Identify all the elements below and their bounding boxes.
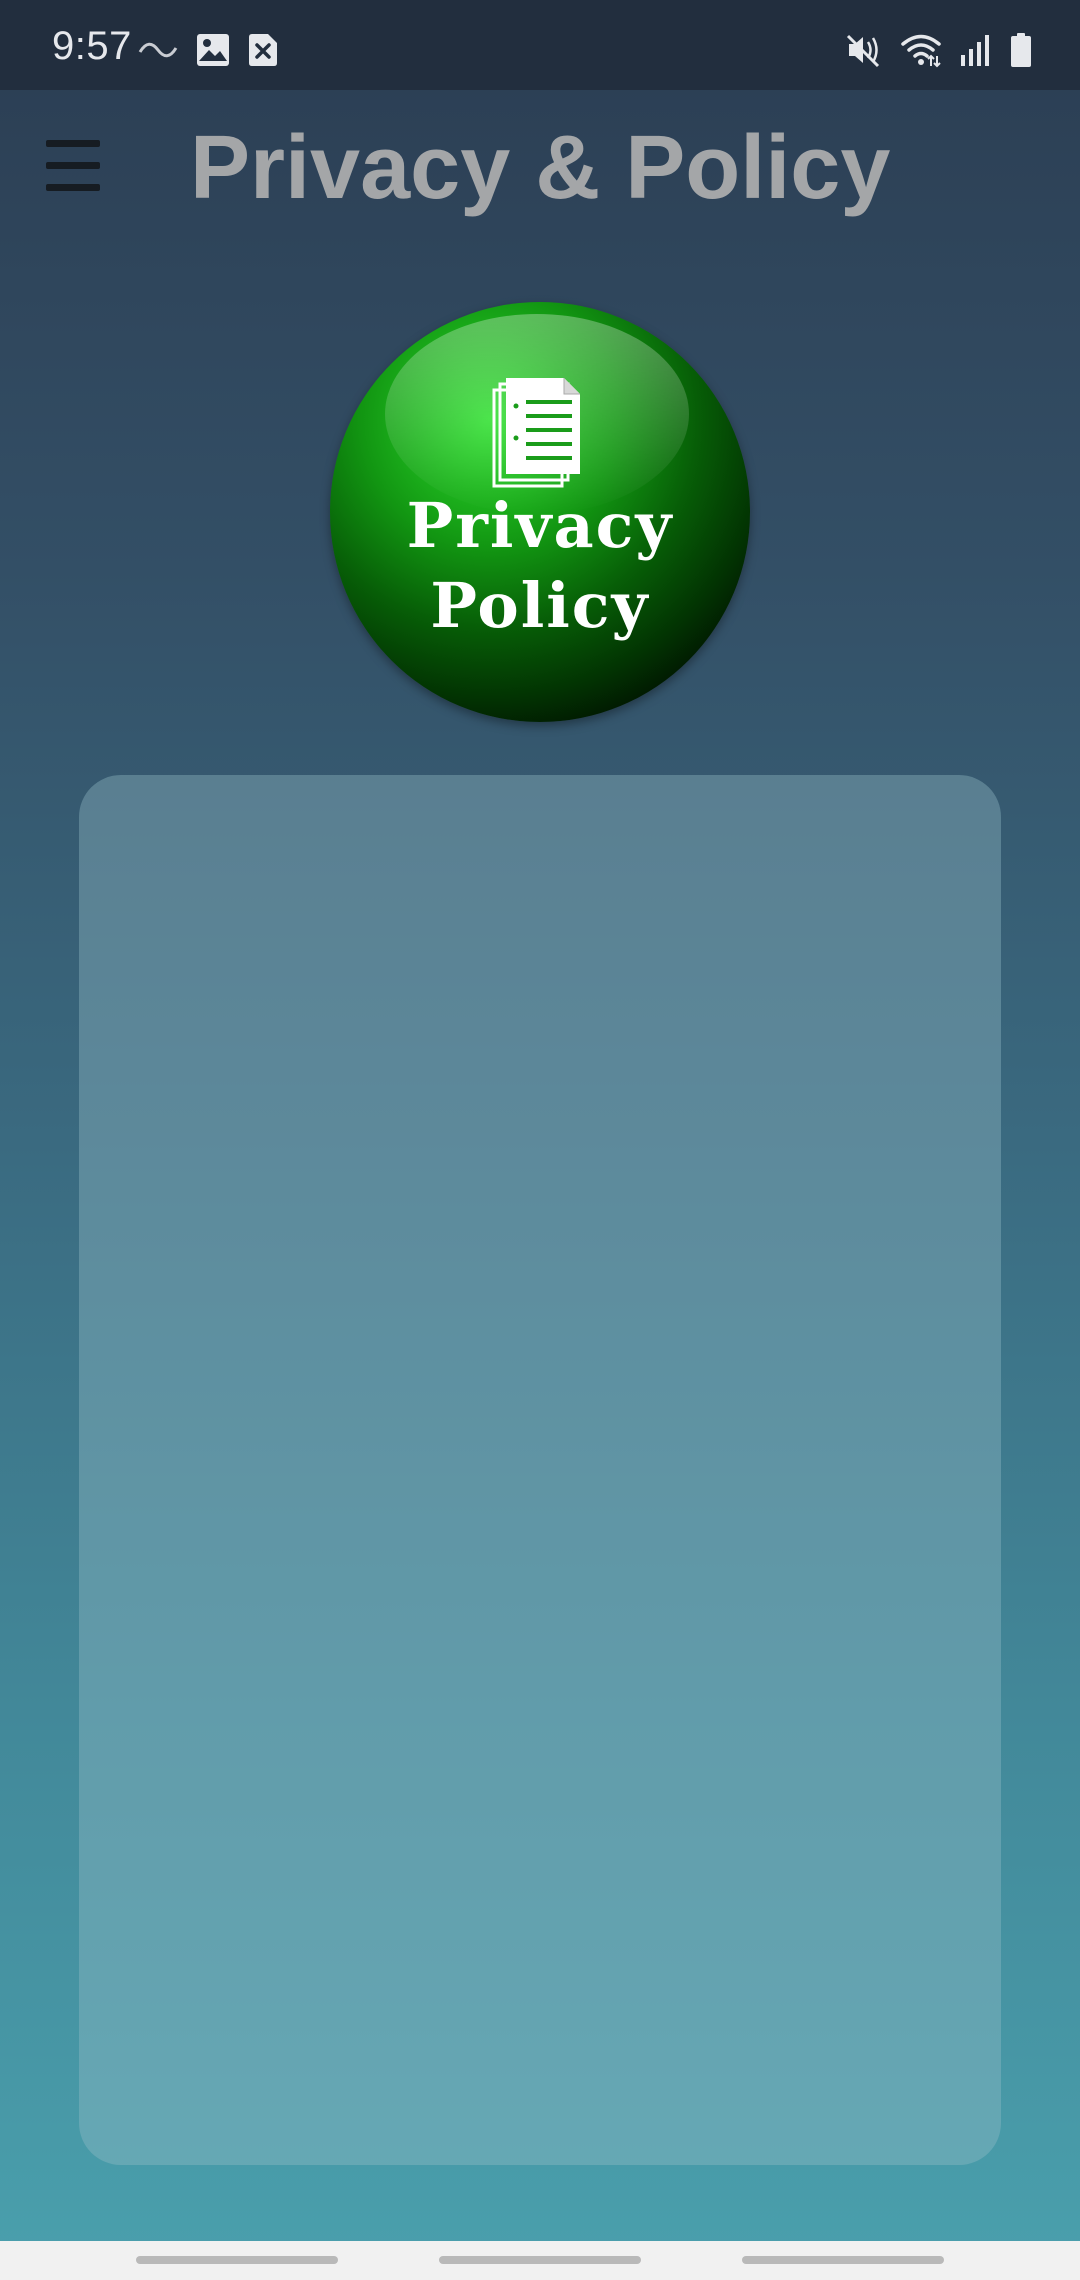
sim-error-icon <box>249 34 277 66</box>
privacy-policy-logo: Privacy Policy <box>330 302 750 722</box>
back-gesture[interactable] <box>742 2256 944 2264</box>
hamburger-menu-icon[interactable] <box>40 132 108 200</box>
status-right-icons <box>846 30 1032 70</box>
home-gesture[interactable] <box>439 2256 641 2264</box>
logo-text-line1: Privacy <box>406 489 674 562</box>
image-icon <box>197 34 229 66</box>
app-bar: Privacy & Policy <box>0 90 1080 240</box>
logo-text-line2: Policy <box>430 569 650 642</box>
policy-content-card[interactable] <box>79 775 1001 2165</box>
screen: 9:57 Privacy & Policy Privacy Policy <box>0 0 1080 2280</box>
mute-icon <box>846 34 880 68</box>
status-left-icons <box>138 30 278 70</box>
gesture-nav-bar <box>0 2241 1080 2280</box>
page-title: Privacy & Policy <box>190 118 891 218</box>
status-time: 9:57 <box>52 24 132 68</box>
wifi-icon <box>901 34 941 68</box>
recents-gesture[interactable] <box>136 2256 338 2264</box>
battery-icon <box>1011 33 1031 67</box>
signal-icon <box>961 35 989 66</box>
wave-icon <box>138 42 178 58</box>
document-icon <box>492 378 580 488</box>
status-bar: 9:57 <box>0 0 1080 90</box>
